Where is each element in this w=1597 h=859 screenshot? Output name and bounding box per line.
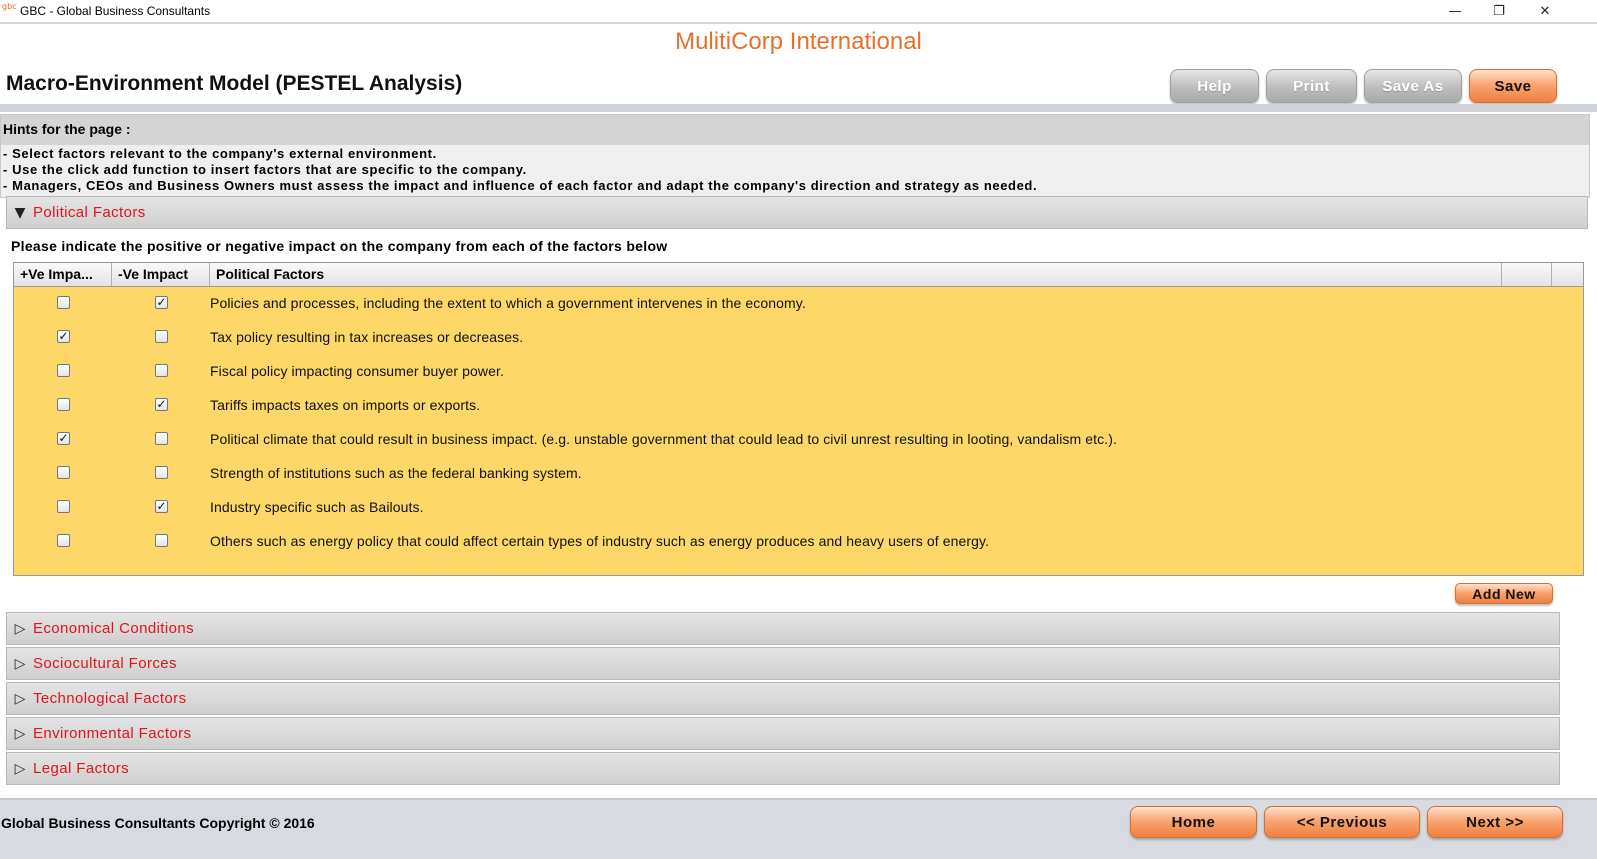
negative-impact-checkbox[interactable] <box>155 466 168 479</box>
table-row[interactable]: ✓ Tariffs impacts taxes on imports or exp… <box>14 389 1583 423</box>
positive-impact-checkbox[interactable]: ✓ <box>57 330 70 343</box>
header-divider <box>0 104 1597 112</box>
section-legal-factors[interactable]: ▷ Legal Factors <box>6 752 1560 785</box>
negative-impact-checkbox[interactable]: ✓ <box>155 296 168 309</box>
section-sociocultural-forces[interactable]: ▷ Sociocultural Forces <box>6 647 1560 680</box>
table-header: +Ve Impa... -Ve Impact Political Factors <box>14 263 1583 287</box>
negative-impact-checkbox[interactable]: ✓ <box>155 500 168 513</box>
positive-impact-checkbox[interactable] <box>57 296 70 309</box>
positive-impact-checkbox[interactable]: ✓ <box>57 432 70 445</box>
negative-impact-checkbox[interactable]: ✓ <box>155 398 168 411</box>
section-economical-conditions[interactable]: ▷ Economical Conditions <box>6 612 1560 645</box>
section-political-factors[interactable]: ▼ Political Factors <box>6 196 1588 229</box>
column-header-positive[interactable]: +Ve Impa... <box>14 263 112 286</box>
column-header-extra <box>1502 263 1552 286</box>
copyright-text: Global Business Consultants Copyright © … <box>1 815 315 831</box>
hint-line: - Managers, CEOs and Business Owners mus… <box>3 178 1038 193</box>
section-environmental-factors[interactable]: ▷ Environmental Factors <box>6 717 1560 750</box>
app-logo-icon: gbc <box>2 2 17 11</box>
triangle-down-icon: ▼ <box>14 204 26 221</box>
add-new-button[interactable]: Add New <box>1455 583 1553 604</box>
instruction-text: Please indicate the positive or negative… <box>11 238 668 254</box>
political-factors-table: +Ve Impa... -Ve Impact Political Factors… <box>13 262 1584 576</box>
table-row[interactable]: Strength of institutions such as the fed… <box>14 457 1583 491</box>
column-header-factor[interactable]: Political Factors <box>210 263 1502 286</box>
section-label: Environmental Factors <box>33 725 192 742</box>
hint-line: - Use the click add function to insert f… <box>3 162 527 177</box>
restore-icon[interactable]: ❐ <box>1476 0 1522 22</box>
factor-text: Tax policy resulting in tax increases or… <box>210 329 524 345</box>
factor-text: Policies and processes, including the ex… <box>210 295 806 311</box>
triangle-right-icon: ▷ <box>14 690 26 707</box>
page-title: Macro-Environment Model (PESTEL Analysis… <box>6 72 463 95</box>
factor-text: Fiscal policy impacting consumer buyer p… <box>210 363 504 379</box>
triangle-right-icon: ▷ <box>14 760 26 777</box>
triangle-right-icon: ▷ <box>14 725 26 742</box>
triangle-right-icon: ▷ <box>14 620 26 637</box>
divider <box>0 22 1597 24</box>
section-technological-factors[interactable]: ▷ Technological Factors <box>6 682 1560 715</box>
column-header-negative[interactable]: -Ve Impact <box>112 263 210 286</box>
positive-impact-checkbox[interactable] <box>57 534 70 547</box>
table-row[interactable]: ✓ Policies and processes, including the e… <box>14 287 1583 321</box>
section-label: Sociocultural Forces <box>33 655 177 672</box>
company-name: MulitiCorp International <box>675 28 922 55</box>
hint-line: - Select factors relevant to the company… <box>3 146 437 161</box>
table-row[interactable]: Others such as energy policy that could … <box>14 525 1583 559</box>
negative-impact-checkbox[interactable] <box>155 432 168 445</box>
factor-text: Tariffs impacts taxes on imports or expo… <box>210 397 481 413</box>
factor-text: Strength of institutions such as the fed… <box>210 465 582 481</box>
factor-text: Others such as energy policy that could … <box>210 533 990 549</box>
help-button[interactable]: Help <box>1170 69 1259 103</box>
triangle-right-icon: ▷ <box>14 655 26 672</box>
print-button[interactable]: Print <box>1266 69 1357 103</box>
factor-text: Political climate that could result in b… <box>210 431 1117 447</box>
section-label: Political Factors <box>33 204 146 221</box>
previous-button[interactable]: << Previous <box>1264 806 1420 838</box>
next-button[interactable]: Next >> <box>1427 806 1563 838</box>
factor-text: Industry specific such as Bailouts. <box>210 499 424 515</box>
table-row[interactable]: ✓ Industry specific such as Bailouts. <box>14 491 1583 525</box>
hints-panel: Hints for the page : - Select factors re… <box>0 114 1590 198</box>
hints-heading: Hints for the page : <box>1 115 1589 145</box>
section-label: Economical Conditions <box>33 620 194 637</box>
table-row[interactable]: ✓ Political climate that could result in … <box>14 423 1583 457</box>
home-button[interactable]: Home <box>1130 806 1257 838</box>
positive-impact-checkbox[interactable] <box>57 398 70 411</box>
window-titlebar: gbc GBC - Global Business Consultants — … <box>0 0 1597 22</box>
table-row[interactable]: Fiscal policy impacting consumer buyer p… <box>14 355 1583 389</box>
section-label: Technological Factors <box>33 690 187 707</box>
negative-impact-checkbox[interactable] <box>155 364 168 377</box>
negative-impact-checkbox[interactable] <box>155 330 168 343</box>
save-button[interactable]: Save <box>1469 69 1557 103</box>
negative-impact-checkbox[interactable] <box>155 534 168 547</box>
close-icon[interactable]: ✕ <box>1522 0 1568 22</box>
section-label: Legal Factors <box>33 760 130 777</box>
window-title: GBC - Global Business Consultants <box>20 4 211 18</box>
table-row[interactable]: ✓ Tax policy resulting in tax increases o… <box>14 321 1583 355</box>
positive-impact-checkbox[interactable] <box>57 500 70 513</box>
positive-impact-checkbox[interactable] <box>57 466 70 479</box>
minimize-icon[interactable]: — <box>1432 0 1478 22</box>
positive-impact-checkbox[interactable] <box>57 364 70 377</box>
save-as-button[interactable]: Save As <box>1364 69 1462 103</box>
